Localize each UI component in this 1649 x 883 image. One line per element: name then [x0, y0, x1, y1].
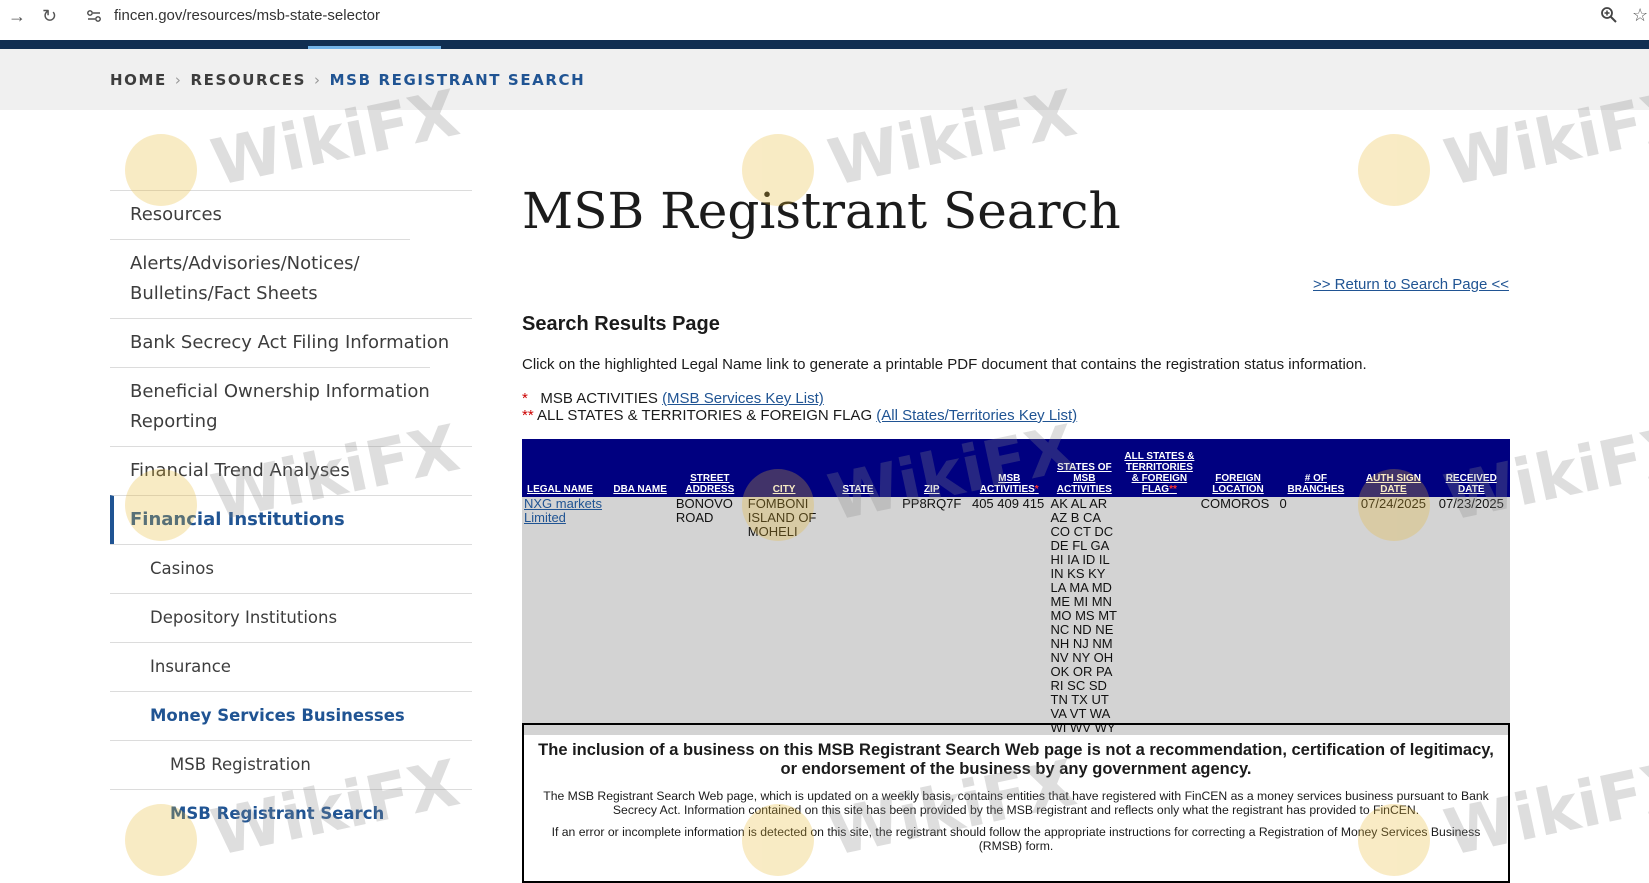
all-states-key-link[interactable]: (All States/Territories Key List)	[876, 407, 1077, 424]
sidebar-item-msb-registrant-search[interactable]: MSB Registrant Search	[110, 789, 472, 838]
single-star-mark: *	[522, 390, 528, 407]
zoom-icon[interactable]	[1600, 6, 1618, 24]
sidebar-item-alerts[interactable]: Alerts/Advisories/Notices/ Bulletins/Fac…	[110, 239, 410, 318]
key-all-states-label: ALL STATES & TERRITORIES & FOREIGN FLAG	[537, 407, 873, 424]
key-msb-activities: * MSB ACTIVITIES (MSB Services Key List)	[522, 390, 1077, 407]
cell-msb-activities: 405 409 415	[971, 496, 1045, 511]
sidebar-item-beneficial-ownership[interactable]: Beneficial Ownership Information Reporti…	[110, 367, 430, 446]
col-legal-name[interactable]: LEGAL NAME	[522, 439, 606, 497]
address-bar[interactable]: fincen.gov/resources/msb-state-selector	[80, 2, 1610, 32]
msb-services-key-link[interactable]: (MSB Services Key List)	[662, 390, 824, 407]
disclaimer-heading: The inclusion of a business on this MSB …	[538, 741, 1494, 778]
disclaimer-paragraph-1: The MSB Registrant Search Web page, whic…	[543, 789, 1489, 817]
col-msb-activities-label: MSB ACTIVITIES	[979, 473, 1035, 495]
cell-street-address: BONOVO ROAD	[675, 496, 733, 525]
cell-foreign-location: COMOROS	[1200, 496, 1270, 511]
breadcrumb-resources[interactable]: RESOURCES	[191, 71, 307, 89]
cell-zip: PP8RQ7F	[902, 496, 962, 511]
watermark: WikiFX	[1358, 77, 1649, 210]
sidebar-item-insurance[interactable]: Insurance	[110, 642, 472, 691]
cell-all-states	[1120, 497, 1199, 735]
disclaimer-paragraph-2: If an error or incomplete information is…	[551, 825, 1481, 853]
cell-states: AK AL AR AZ B CA CO CT DC DE FL GA HI IA…	[1050, 496, 1117, 735]
cell-state	[822, 497, 893, 735]
bookmark-star-icon[interactable]: ☆	[1632, 5, 1648, 26]
breadcrumb-separator-icon: ›	[314, 71, 322, 89]
col-foreign-location[interactable]: FOREIGN LOCATION	[1199, 439, 1278, 497]
key-legend: * MSB ACTIVITIES (MSB Services Key List)…	[522, 390, 1077, 424]
sidebar-item-bsa-filing[interactable]: Bank Secrecy Act Filing Information	[110, 318, 472, 367]
col-all-states-mark: **	[1169, 484, 1177, 495]
results-table: LEGAL NAME DBA NAME STREET ADDRESS CITY …	[522, 439, 1510, 735]
key-msb-activities-label: MSB ACTIVITIES	[540, 390, 658, 407]
col-all-states[interactable]: ALL STATES & TERRITORIES & FOREIGN FLAG*…	[1120, 439, 1199, 497]
cell-branches: 0	[1279, 496, 1287, 511]
legal-name-link[interactable]: NXG markets Limited	[524, 496, 602, 525]
col-street-address[interactable]: STREET ADDRESS	[674, 439, 746, 497]
cell-received-date: 07/23/2025	[1438, 496, 1504, 511]
site-settings-icon[interactable]	[86, 8, 102, 24]
col-auth-sign-date[interactable]: AUTH SIGN DATE	[1354, 439, 1432, 497]
sidebar-item-msb-registration[interactable]: MSB Registration	[110, 740, 472, 789]
double-star-mark: **	[522, 407, 534, 424]
col-zip[interactable]: ZIP	[894, 439, 970, 497]
col-state[interactable]: STATE	[822, 439, 893, 497]
sidebar-item-msb[interactable]: Money Services Businesses	[110, 691, 472, 740]
key-all-states: ** ALL STATES & TERRITORIES & FOREIGN FL…	[522, 407, 1077, 424]
page-title: MSB Registrant Search	[522, 182, 1121, 240]
sidebar-item-resources[interactable]: Resources	[110, 190, 472, 239]
browser-toolbar: → ↻ fincen.gov/resources/msb-state-selec…	[0, 0, 1649, 37]
col-dba-name[interactable]: DBA NAME	[606, 439, 673, 497]
table-row: NXG markets Limited BONOVO ROAD FOMBONI …	[522, 497, 1510, 735]
col-all-states-label: ALL STATES & TERRITORIES & FOREIGN FLAG	[1124, 451, 1195, 495]
cell-city: FOMBONI ISLAND OF MOHELI	[747, 496, 817, 539]
forward-arrow-icon[interactable]: →	[8, 6, 26, 27]
cell-dba-name	[606, 497, 673, 735]
col-msb-activities-mark: *	[1034, 484, 1039, 495]
breadcrumb: HOME › RESOURCES › MSB REGISTRANT SEARCH	[110, 71, 585, 89]
breadcrumb-home[interactable]: HOME	[110, 71, 167, 89]
instructions-text: Click on the highlighted Legal Name link…	[522, 356, 1367, 373]
cell-legal-name: NXG markets Limited	[522, 497, 606, 735]
col-msb-activities[interactable]: MSB ACTIVITIES*	[970, 439, 1049, 497]
breadcrumb-current[interactable]: MSB REGISTRANT SEARCH	[330, 71, 586, 89]
table-header-row: LEGAL NAME DBA NAME STREET ADDRESS CITY …	[522, 439, 1510, 497]
sidebar-item-casinos[interactable]: Casinos	[110, 544, 472, 593]
reload-icon[interactable]: ↻	[42, 6, 57, 27]
col-states-of-msb[interactable]: STATES OF MSB ACTIVITIES	[1049, 439, 1121, 497]
results-heading: Search Results Page	[522, 313, 720, 335]
breadcrumb-bar: HOME › RESOURCES › MSB REGISTRANT SEARCH	[0, 49, 1649, 110]
return-to-search-link[interactable]: >> Return to Search Page <<	[1313, 276, 1509, 293]
disclaimer-box: The inclusion of a business on this MSB …	[522, 723, 1510, 883]
watermark-logo-icon	[1358, 134, 1430, 206]
sidebar-item-depository[interactable]: Depository Institutions	[110, 593, 472, 642]
sidebar-item-financial-institutions[interactable]: Financial Institutions	[110, 495, 472, 544]
col-received-date[interactable]: RECEIVED DATE	[1433, 439, 1510, 497]
sidebar-nav: Resources Alerts/Advisories/Notices/ Bul…	[110, 190, 472, 838]
cell-auth-sign-date: 07/24/2025	[1360, 496, 1426, 511]
col-branches[interactable]: # OF BRANCHES	[1277, 439, 1354, 497]
breadcrumb-separator-icon: ›	[174, 71, 183, 89]
site-top-nav-bar	[0, 40, 1649, 50]
sidebar-item-financial-trend[interactable]: Financial Trend Analyses	[110, 446, 472, 495]
url-text[interactable]: fincen.gov/resources/msb-state-selector	[114, 7, 380, 24]
col-city[interactable]: CITY	[746, 439, 823, 497]
